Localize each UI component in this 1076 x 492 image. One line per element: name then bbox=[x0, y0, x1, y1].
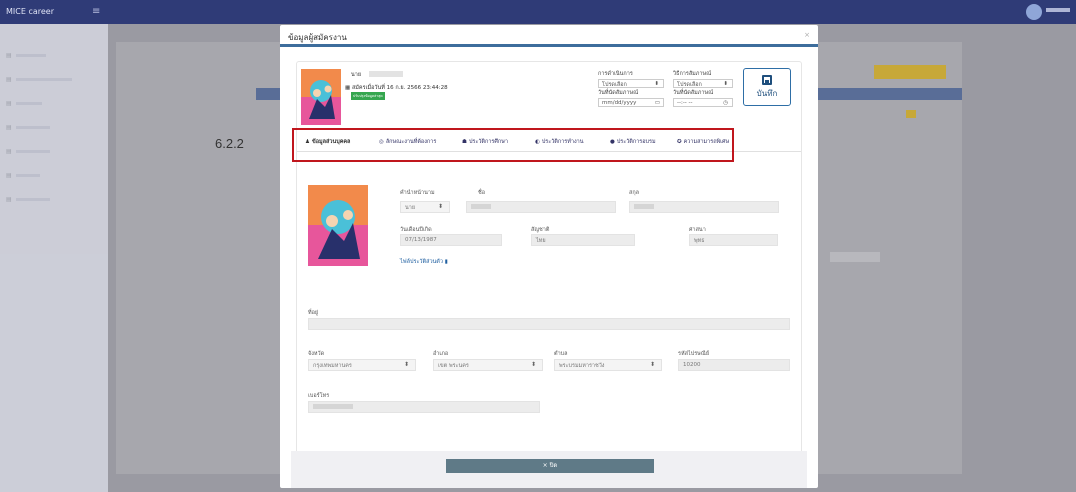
interview-date-input[interactable]: mm/dd/yyyy ▭ bbox=[598, 98, 664, 107]
select-arrow-icon: ⬍ bbox=[530, 361, 536, 368]
birthdate-field[interactable]: 07/13/1987 bbox=[400, 234, 502, 246]
applicant-photo-large bbox=[308, 185, 368, 266]
select-arrow-icon: ⬍ bbox=[654, 81, 659, 87]
user-avatar[interactable] bbox=[1026, 4, 1042, 20]
modal-title: ข้อมูลผู้สมัครงาน bbox=[288, 33, 347, 42]
applicant-prefix: นาย bbox=[351, 72, 362, 78]
process-select[interactable]: โปรดเลือก ⬍ bbox=[598, 79, 664, 88]
tab-highlight-annotation bbox=[292, 128, 734, 162]
address-field[interactable] bbox=[308, 318, 790, 330]
process-label: การดำเนินการ bbox=[598, 71, 633, 77]
select-arrow-icon: ⬍ bbox=[403, 361, 409, 368]
phone-field[interactable] bbox=[308, 401, 540, 413]
nationality-label: สัญชาติ bbox=[531, 227, 550, 233]
sidebar-item[interactable]: ▤ bbox=[6, 76, 72, 86]
last-name-field[interactable] bbox=[629, 201, 779, 213]
calendar-icon: ▦ bbox=[345, 85, 352, 91]
subdistrict-select[interactable]: พระบรมมหาราชวัง ⬍ bbox=[554, 359, 662, 371]
applicant-modal: ข้อมูลผู้สมัครงาน × นาย ▦ สมัครเมื่อวันท… bbox=[280, 25, 818, 488]
religion-label: ศาสนา bbox=[689, 227, 706, 233]
background-pagination bbox=[830, 252, 880, 262]
phone-label: เบอร์โทร bbox=[308, 393, 330, 399]
background-row-button bbox=[906, 110, 916, 118]
religion-field[interactable]: พุทธ bbox=[689, 234, 778, 246]
calendar-icon: ▭ bbox=[654, 100, 660, 106]
interview-method-select[interactable]: โปรดเลือก ⬍ bbox=[673, 79, 733, 88]
subdistrict-label: ตำบล bbox=[554, 351, 568, 357]
province-select[interactable]: กรุงเทพมหานคร ⬍ bbox=[308, 359, 416, 371]
select-arrow-icon: ⬍ bbox=[723, 81, 728, 87]
interview-date-label: วันที่นัดสัมภาษณ์ bbox=[598, 90, 639, 96]
sidebar-item[interactable]: ▤ bbox=[6, 148, 50, 158]
interview-time-input[interactable]: --:-- -- ◷ bbox=[673, 98, 733, 107]
file-icon: ▮ bbox=[444, 259, 448, 265]
menu-toggle-icon[interactable]: ≡ bbox=[92, 6, 100, 17]
title-prefix-select[interactable]: นาย ⬍ bbox=[400, 201, 450, 213]
step-label: 6.2.2 bbox=[215, 136, 244, 151]
applicant-name-redacted bbox=[369, 71, 403, 77]
resume-link[interactable]: ไฟล์ประวัติส่วนตัว ▮ bbox=[400, 258, 448, 266]
profile-card bbox=[296, 61, 802, 456]
interview-method-label: วิธีการสัมภาษณ์ bbox=[673, 71, 712, 77]
sidebar: ▤ ▤ ▤ ▤ ▤ ▤ ▤ bbox=[0, 24, 108, 492]
modal-close-icon[interactable]: × bbox=[804, 31, 810, 39]
first-name-label: ชื่อ bbox=[478, 190, 486, 196]
user-name-placeholder[interactable] bbox=[1046, 8, 1070, 12]
district-select[interactable]: เขต พระนคร ⬍ bbox=[433, 359, 543, 371]
applied-date: ▦ สมัครเมื่อวันที่ 16 ก.ย. 2566 23:44:28 bbox=[345, 85, 448, 91]
interview-time-label: วันที่นัดสัมภาษณ์ bbox=[673, 90, 714, 96]
sidebar-item[interactable]: ▤ bbox=[6, 124, 50, 134]
clock-icon: ◷ bbox=[723, 100, 728, 106]
sidebar-item[interactable]: ▤ bbox=[6, 100, 42, 110]
modal-header: ข้อมูลผู้สมัครงาน × bbox=[280, 25, 818, 47]
top-navbar: MICE career ≡ bbox=[0, 0, 1076, 24]
first-name-field[interactable] bbox=[466, 201, 616, 213]
sidebar-item[interactable]: ▤ bbox=[6, 172, 40, 182]
applicant-photo-small bbox=[301, 69, 341, 125]
last-name-label: สกุล bbox=[629, 190, 640, 196]
address-label: ที่อยู่ bbox=[308, 310, 319, 316]
save-label: บันทึก bbox=[756, 89, 778, 98]
postal-label: รหัสไปรษณีย์ bbox=[678, 351, 710, 357]
status-badge: ปรับปรุงข้อมูลล่าสุด bbox=[351, 92, 385, 100]
sidebar-item[interactable]: ▤ bbox=[6, 196, 50, 206]
close-button[interactable]: × ปิด bbox=[446, 459, 654, 473]
sidebar-item[interactable]: ▤ bbox=[6, 52, 46, 62]
birthdate-label: วันเดือนปีเกิด bbox=[400, 227, 432, 233]
province-label: จังหวัด bbox=[308, 351, 325, 357]
select-arrow-icon: ⬍ bbox=[437, 203, 443, 210]
district-label: อำเภอ bbox=[433, 351, 449, 357]
background-action-button bbox=[874, 65, 946, 79]
app-brand[interactable]: MICE career bbox=[6, 7, 54, 16]
select-arrow-icon: ⬍ bbox=[649, 361, 655, 368]
title-prefix-label: คำนำหน้านาม bbox=[400, 190, 435, 196]
nationality-field[interactable]: ไทย bbox=[531, 234, 635, 246]
save-icon bbox=[762, 75, 772, 85]
postal-field[interactable]: 10200 bbox=[678, 359, 790, 371]
save-button[interactable]: บันทึก bbox=[743, 68, 791, 106]
